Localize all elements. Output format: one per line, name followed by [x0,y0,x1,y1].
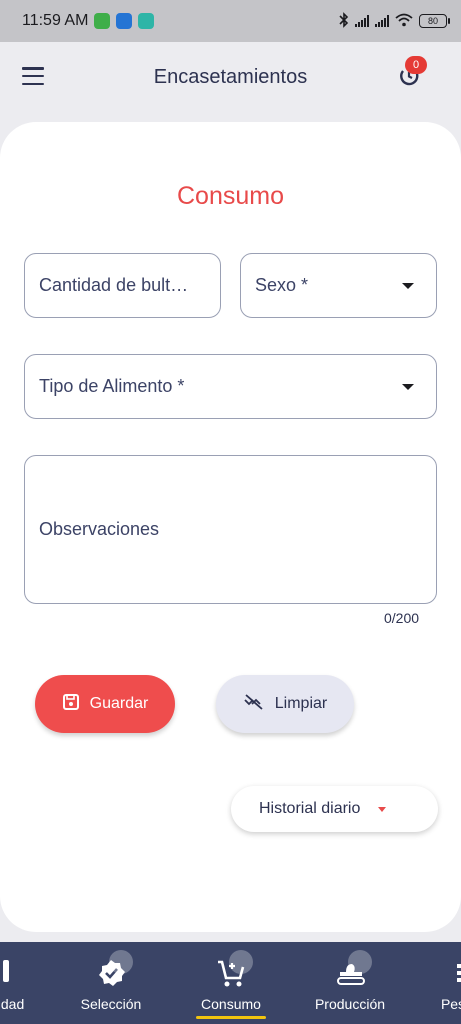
nav-label: Producción [314,996,386,1012]
signal-icon [375,15,389,27]
nav-item-pes[interactable]: Pes [433,942,461,1024]
observations-textarea[interactable]: Observaciones [24,455,437,604]
notification-badge: 0 [405,56,427,74]
nav-label: idad [0,996,25,1012]
chevron-down-icon [402,383,414,390]
verified-badge-icon [91,950,133,994]
clear-button[interactable]: Limpiar [216,675,354,733]
sex-label: Sexo * [255,275,309,295]
signal-icon [355,15,369,27]
status-left: 11:59 AM [22,12,155,30]
app-icon [138,13,155,29]
clear-label: Limpiar [274,695,328,712]
chevron-down-icon [402,282,414,289]
quantity-input[interactable]: Cantidad de bult… [24,253,221,318]
status-right: 80 [339,11,450,31]
chevron-down-icon [378,806,387,812]
conveyor-icon [330,950,372,994]
nav-item-partial[interactable]: idad [0,942,36,1024]
food-type-label: Tipo de Alimento * [39,376,185,396]
nav-label: Selección [80,996,142,1012]
quantity-placeholder: Cantidad de bult… [39,275,189,295]
bluetooth-icon [339,11,349,31]
nav-label: Consumo [201,996,261,1012]
active-tab-indicator [196,1016,266,1019]
outlook-icon [116,13,133,29]
partial-icon [0,954,31,994]
clear-icon [243,693,265,715]
scale-icon [433,954,461,994]
battery-icon: 80 [419,14,450,28]
food-type-select[interactable]: Tipo de Alimento * [24,354,437,419]
character-counter: 0/200 [384,610,420,626]
nav-item-produccion[interactable]: Producción [311,942,389,1024]
observations-placeholder: Observaciones [39,519,160,539]
cart-icon [211,950,253,994]
nav-label: Pes [440,996,461,1012]
sex-select[interactable]: Sexo * [240,253,437,318]
page-title: Encasetamientos [153,65,308,88]
save-label: Guardar [89,695,149,712]
wifi-icon [395,13,413,30]
hamburger-menu-icon[interactable] [22,67,44,85]
status-time: 11:59 AM [22,12,89,29]
form-title: Consumo [177,182,284,210]
nav-item-consumo[interactable]: Consumo [196,942,266,1024]
history-dropdown[interactable]: Historial diario [231,786,438,832]
whatsapp-icon [94,13,111,29]
history-dropdown-label: Historial diario [259,800,361,817]
consumo-card: Consumo Cantidad de bult… Sexo * Tipo de… [0,122,461,932]
bottom-navigation: idad Selección Consumo Producción Pe [0,942,461,1024]
save-icon [62,693,80,716]
status-bar: 11:59 AM 80 [0,0,461,42]
nav-item-seleccion[interactable]: Selección [75,942,147,1024]
app-bar: Encasetamientos 0 [0,42,461,112]
save-button[interactable]: Guardar [35,675,175,733]
